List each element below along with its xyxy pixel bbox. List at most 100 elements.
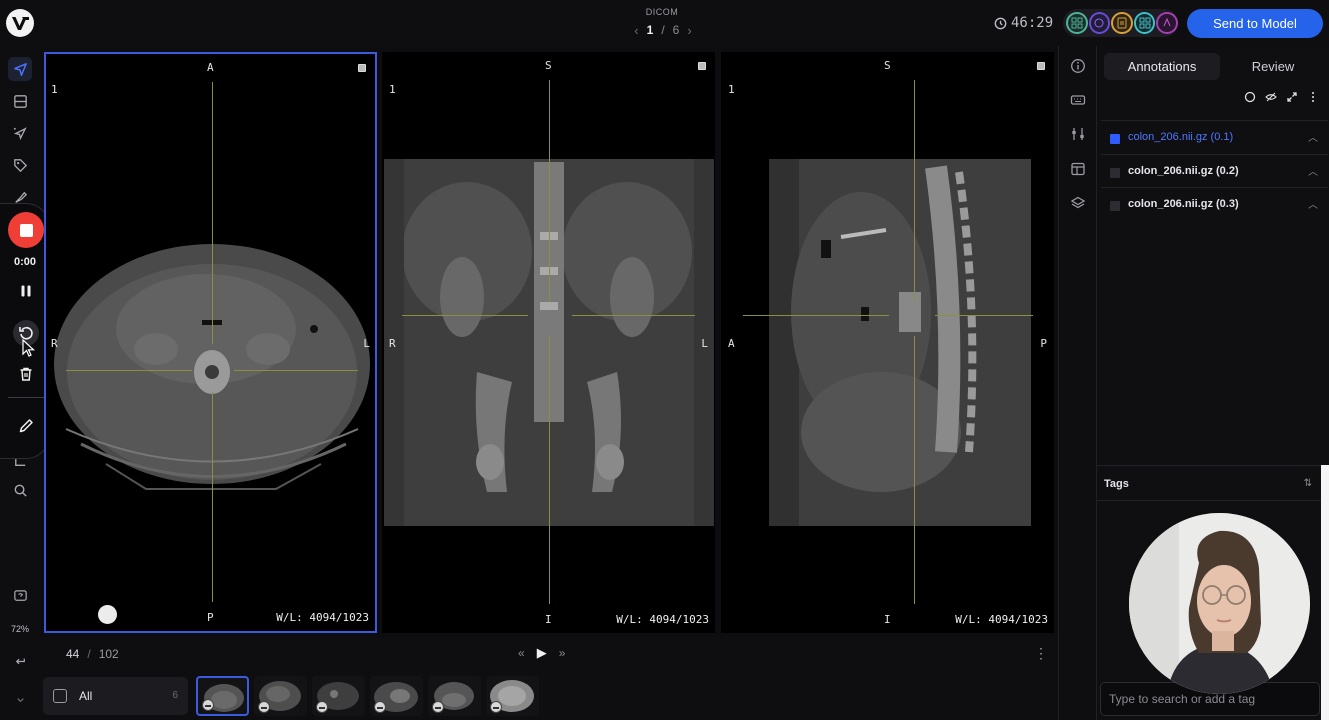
layer-name: colon_206.nii.gz (0.2)	[1128, 165, 1239, 177]
viewport-maximize-icon[interactable]	[358, 64, 366, 72]
viewport-maximize-icon[interactable]	[1037, 62, 1045, 70]
app-logo-icon[interactable]	[5, 8, 35, 38]
tags-title: Tags	[1104, 478, 1129, 490]
crosshair-horizontal-left	[743, 315, 889, 316]
orientation-left: R	[389, 337, 396, 350]
all-series-button[interactable]: All 6	[43, 677, 188, 715]
tool-select[interactable]	[8, 57, 32, 81]
app-2-icon[interactable]	[1088, 12, 1111, 34]
slice-scroll-handle[interactable]	[98, 605, 117, 624]
sliders-icon	[1072, 128, 1084, 140]
circle-icon[interactable]	[1244, 91, 1256, 103]
viewport-index: 1	[389, 83, 396, 96]
rewind-icon[interactable]: «	[518, 646, 525, 660]
keyboard-button[interactable]	[1068, 90, 1088, 110]
tab-review[interactable]: Review	[1220, 53, 1326, 80]
remove-series-icon[interactable]	[202, 699, 214, 711]
all-series-count: 6	[172, 690, 178, 701]
crosshair-vertical-top	[549, 80, 550, 302]
adjustments-button[interactable]	[1068, 124, 1088, 144]
tags-header: Tags ⇅	[1097, 465, 1329, 501]
prev-page-icon[interactable]: ‹	[634, 23, 638, 38]
tool-magic[interactable]	[8, 121, 32, 145]
layer-color-swatch[interactable]	[1110, 201, 1120, 211]
annotation-layer-1[interactable]: colon_206.nii.gz (0.1) ︿	[1101, 120, 1328, 153]
send-to-model-button[interactable]: Send to Model	[1187, 9, 1323, 38]
stop-icon	[19, 223, 33, 237]
image-pager: ‹ 1 / 6 ›	[618, 21, 708, 39]
page-current: 1	[646, 23, 654, 37]
layer-color-swatch[interactable]	[1110, 168, 1120, 178]
play-icon[interactable]: ▶	[537, 645, 547, 661]
annotation-layer-2[interactable]: colon_206.nii.gz (0.2) ︿	[1101, 154, 1328, 187]
series-thumbnail[interactable]	[196, 676, 249, 716]
fast-forward-icon[interactable]: »	[559, 646, 566, 660]
table-layout-icon	[1071, 162, 1085, 176]
chevron-up-icon[interactable]: ︿	[1308, 196, 1318, 211]
info-icon	[1071, 59, 1085, 73]
tool-tag[interactable]	[8, 153, 32, 177]
chevron-up-icon[interactable]: ︿	[1308, 163, 1318, 178]
series-thumbnail[interactable]	[254, 676, 307, 716]
pause-recording-button[interactable]	[14, 279, 38, 303]
annotation-layer-3[interactable]: colon_206.nii.gz (0.3) ︿	[1101, 187, 1328, 220]
delete-recording-button[interactable]	[14, 362, 38, 386]
viewport-sagittal[interactable]: S I A P 1 W/L: 4094/1023	[721, 52, 1054, 633]
remove-series-icon[interactable]	[316, 701, 328, 713]
orientation-left: A	[728, 337, 735, 350]
panels-button[interactable]	[1068, 159, 1088, 179]
remove-series-icon[interactable]	[258, 701, 270, 713]
remove-series-icon[interactable]	[432, 701, 444, 713]
help-button[interactable]	[8, 584, 32, 608]
window-edge	[1321, 465, 1329, 720]
series-thumbnail[interactable]	[312, 676, 365, 716]
all-series-label: All	[79, 689, 93, 703]
top-bar: DICOM ‹ 1 / 6 › 46:29 Send to Model	[0, 0, 1329, 46]
stop-recording-button[interactable]	[8, 212, 44, 248]
info-button[interactable]	[1068, 56, 1088, 76]
viewport-coronal[interactable]: S I R L 1 W/L: 4094/1023	[382, 52, 715, 633]
page-total: 6	[672, 23, 680, 37]
tab-annotations[interactable]: Annotations	[1104, 53, 1220, 80]
chevron-up-icon[interactable]: ︿	[1308, 129, 1318, 144]
series-thumbnail[interactable]	[428, 676, 481, 716]
sort-icon[interactable]: ⇅	[1304, 478, 1312, 489]
session-timer: 46:29	[994, 13, 1053, 33]
orientation-top: S	[545, 59, 552, 72]
slice-total: 102	[98, 647, 119, 661]
app-switcher	[1063, 9, 1178, 37]
undo-button[interactable]	[8, 649, 32, 673]
app-1-icon[interactable]	[1066, 12, 1088, 34]
remove-series-icon[interactable]	[374, 701, 386, 713]
pause-icon	[21, 285, 31, 297]
collapse-button[interactable]	[8, 687, 32, 711]
expand-icon[interactable]	[1286, 91, 1298, 103]
layers-button[interactable]	[1068, 193, 1088, 213]
series-thumbnail[interactable]	[486, 676, 539, 716]
draw-button[interactable]	[14, 414, 38, 438]
viewport-maximize-icon[interactable]	[698, 62, 706, 70]
presenter-video-image	[1129, 513, 1310, 694]
layer-color-swatch[interactable]	[1110, 134, 1120, 144]
app-5-icon[interactable]	[1156, 12, 1178, 34]
webcam-overlay[interactable]	[1129, 513, 1310, 694]
app-4-icon[interactable]	[1133, 12, 1156, 34]
tool-layout[interactable]	[8, 89, 32, 113]
crosshair-horizontal-left	[66, 370, 192, 371]
orientation-right: P	[1040, 337, 1047, 350]
viewport-axial[interactable]: A P R L 1 W/L: 4094/1023	[44, 52, 377, 633]
app-3-icon[interactable]	[1111, 12, 1133, 34]
next-page-icon[interactable]: ›	[687, 23, 691, 38]
crosshair-horizontal-left	[402, 315, 528, 316]
orientation-top: A	[207, 61, 214, 74]
zoom-level: 72%	[10, 624, 29, 634]
more-options-icon[interactable]: ⋮	[1034, 645, 1048, 662]
window-level: W/L: 4094/1023	[276, 611, 369, 624]
series-thumbnail[interactable]	[370, 676, 423, 716]
hide-eye-icon[interactable]	[1265, 91, 1277, 103]
layer-name: colon_206.nii.gz (0.3)	[1128, 198, 1239, 210]
magnifier-icon	[14, 484, 27, 497]
kebab-menu-icon[interactable]	[1307, 91, 1319, 103]
remove-series-icon[interactable]	[490, 701, 502, 713]
tool-zoom[interactable]	[8, 478, 32, 502]
